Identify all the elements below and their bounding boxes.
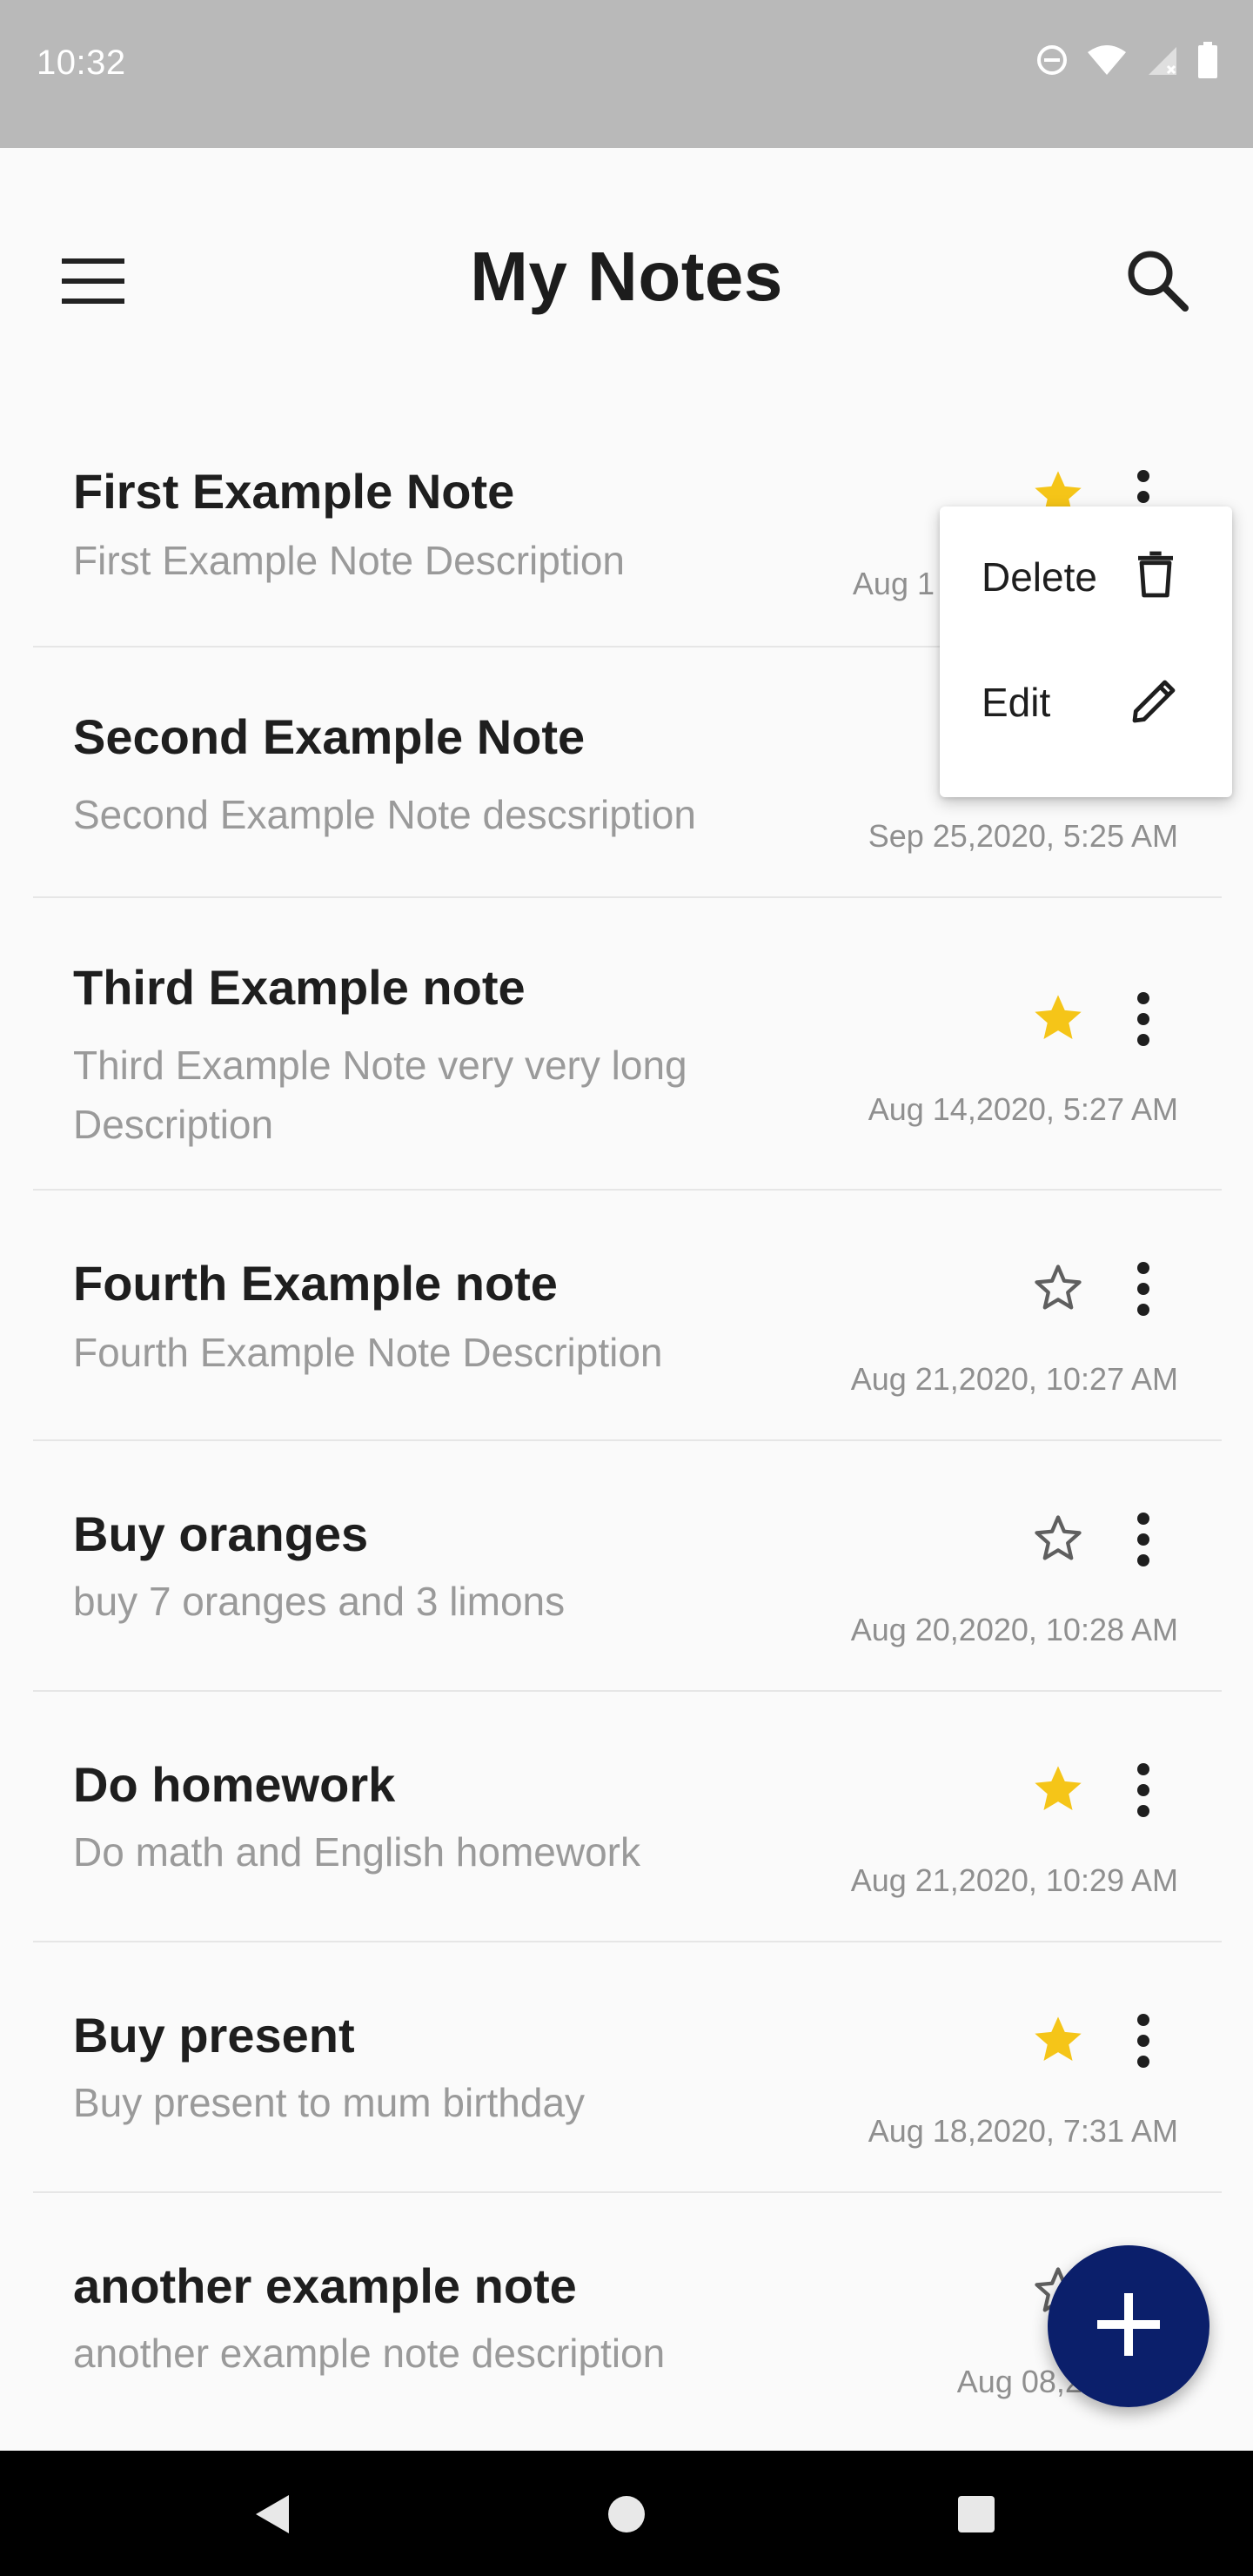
more-options-button[interactable]: [1117, 2003, 1169, 2082]
more-vert-icon: [1135, 991, 1152, 1051]
star-button[interactable]: [1023, 985, 1093, 1055]
note-date: Aug 21,2020, 10:29 AM: [850, 1862, 1178, 1898]
status-icons: [1035, 42, 1218, 78]
note-title: First Example Note: [73, 464, 515, 519]
delete-label: Delete: [982, 554, 1097, 600]
wifi-icon: [1086, 44, 1128, 77]
star-button[interactable]: [1023, 2007, 1093, 2076]
more-options-button[interactable]: [1117, 982, 1169, 1060]
app-screen: 10:32 My Notes First Example Note First …: [0, 0, 1253, 2576]
note-item[interactable]: another example note another example not…: [33, 2193, 1222, 2454]
more-options-button[interactable]: [1117, 1251, 1169, 1330]
note-item[interactable]: Buy oranges buy 7 oranges and 3 limons A…: [33, 1441, 1222, 1692]
note-description: Buy present to mum birthday: [73, 2080, 586, 2125]
note-date: Aug 14,2020, 5:27 AM: [868, 1091, 1178, 1127]
add-note-button[interactable]: [1048, 2245, 1209, 2407]
app-bar: My Notes: [0, 148, 1253, 409]
note-title: Fourth Example note: [73, 1256, 558, 1311]
more-options-button[interactable]: [1117, 1753, 1169, 1831]
context-menu: Delete Edit: [940, 506, 1232, 797]
star-button[interactable]: [1023, 1506, 1093, 1575]
more-vert-icon: [1135, 1512, 1152, 1572]
note-item[interactable]: Third Example note Third Example Note ve…: [33, 898, 1222, 1191]
note-title: Buy oranges: [73, 1506, 369, 1561]
cell-signal-icon: [1145, 44, 1180, 77]
note-item[interactable]: Fourth Example note Fourth Example Note …: [33, 1191, 1222, 1441]
battery-icon: [1197, 42, 1218, 78]
trash-icon: [1128, 547, 1183, 602]
note-date: Aug 20,2020, 10:28 AM: [850, 1612, 1178, 1647]
note-description: buy 7 oranges and 3 limons: [73, 1579, 566, 1624]
do-not-disturb-icon: [1035, 44, 1069, 77]
note-title: another example note: [73, 2258, 577, 2313]
note-title: Third Example note: [73, 960, 526, 1015]
note-description: First Example Note Description: [73, 538, 625, 583]
note-description: another example note description: [73, 2331, 666, 2376]
note-description: Second Example Note descsription: [73, 792, 696, 837]
page-title: My Notes: [470, 238, 783, 315]
back-icon: [251, 2492, 294, 2541]
delete-menu-item[interactable]: Delete: [940, 515, 1232, 637]
star-button[interactable]: [1023, 1255, 1093, 1325]
home-button[interactable]: [587, 2477, 666, 2555]
more-vert-icon: [1135, 2013, 1152, 2073]
note-item[interactable]: Do homework Do math and English homework…: [33, 1692, 1222, 1942]
recents-icon: [956, 2494, 996, 2539]
more-vert-icon: [1135, 1261, 1152, 1321]
more-options-button[interactable]: [1117, 1502, 1169, 1580]
star-filled-icon: [1029, 990, 1087, 1050]
recents-button[interactable]: [937, 2477, 1015, 2555]
search-icon: [1124, 247, 1190, 318]
note-item[interactable]: Buy present Buy present to mum birthday …: [33, 1942, 1222, 2193]
plus-icon: [1094, 2290, 1163, 2364]
note-date: Aug 21,2020, 10:27 AM: [850, 1361, 1178, 1397]
back-button[interactable]: [233, 2477, 312, 2555]
note-date: Aug 18,2020, 7:31 AM: [868, 2113, 1178, 2149]
pencil-icon: [1128, 672, 1183, 728]
navigation-bar: [0, 2451, 1253, 2576]
note-date: Sep 25,2020, 5:25 AM: [868, 818, 1178, 854]
note-description: Third Example Note very very long Descri…: [73, 1043, 687, 1147]
note-title: Buy present: [73, 2008, 355, 2063]
star-outline-icon: [1029, 1260, 1087, 1320]
status-bar: 10:32: [0, 0, 1253, 148]
star-filled-icon: [1029, 1761, 1087, 1821]
home-icon: [606, 2494, 647, 2539]
star-filled-icon: [1029, 2012, 1087, 2072]
note-date: Aug 1: [852, 566, 935, 601]
edit-label: Edit: [982, 680, 1051, 725]
note-title: Second Example Note: [73, 709, 586, 764]
edit-menu-item[interactable]: Edit: [940, 641, 1232, 762]
note-description: Do math and English homework: [73, 1829, 640, 1875]
star-outline-icon: [1029, 1511, 1087, 1571]
status-time: 10:32: [37, 44, 126, 82]
star-button[interactable]: [1023, 1756, 1093, 1826]
note-title: Do homework: [73, 1757, 396, 1812]
note-description: Fourth Example Note Description: [73, 1330, 663, 1375]
more-vert-icon: [1135, 1762, 1152, 1822]
search-button[interactable]: [1114, 238, 1201, 325]
